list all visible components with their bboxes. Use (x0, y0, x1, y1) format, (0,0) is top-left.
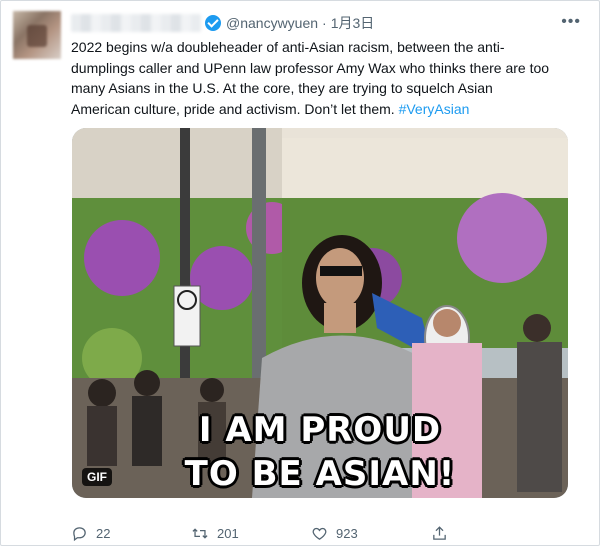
user-handle[interactable]: @nancywyuen (226, 15, 318, 31)
tweet-date[interactable]: 1月3日 (331, 13, 375, 33)
display-name-redacted[interactable] (71, 14, 201, 32)
share-button[interactable] (431, 525, 448, 542)
separator: · (322, 15, 327, 31)
like-button[interactable]: 923 (311, 525, 431, 542)
gif-caption-line1: I AM PROUD (198, 410, 442, 450)
share-icon (433, 525, 446, 540)
retweet-button[interactable]: 201 (191, 525, 311, 542)
hashtag-link[interactable]: #VeryAsian (399, 101, 470, 117)
gif-caption-line2: TO BE ASIAN! (184, 454, 456, 494)
tweet-text: 2022 begins w/a doubleheader of anti-Asi… (71, 37, 551, 119)
verified-badge-icon (205, 15, 221, 31)
reply-icon (73, 526, 86, 541)
tweet-header: @nancywyuen · 1月3日 ••• (71, 13, 581, 33)
gif-badge: GIF (82, 468, 112, 486)
reply-button[interactable]: 22 (71, 525, 191, 542)
retweet-icon (192, 527, 208, 539)
like-count: 923 (336, 525, 358, 541)
gif-media[interactable]: I AM PROUD TO BE ASIAN! GIF (72, 128, 568, 498)
tweet-card[interactable]: @nancywyuen · 1月3日 ••• 2022 begins w/a d… (0, 0, 600, 546)
heart-icon (312, 527, 327, 540)
retweet-count: 201 (217, 525, 239, 541)
tweet-text-main: 2022 begins w/a doubleheader of anti-Asi… (71, 39, 550, 117)
avatar[interactable] (13, 11, 61, 59)
more-horizontal-icon[interactable]: ••• (561, 13, 581, 31)
tweet-actions: 22 201 923 (71, 523, 571, 543)
reply-count: 22 (96, 525, 111, 541)
